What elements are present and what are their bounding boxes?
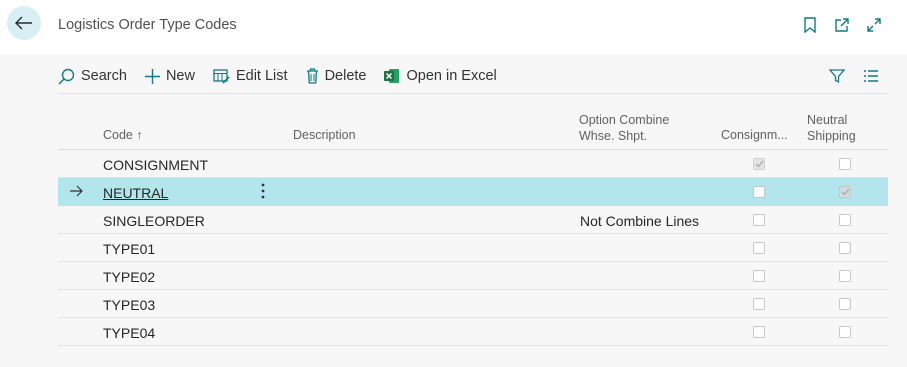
consignment-checkbox xyxy=(753,298,765,310)
more-options-icon[interactable] xyxy=(261,183,265,202)
filter-icon[interactable] xyxy=(828,67,846,85)
open-in-excel-button[interactable]: Open in Excel xyxy=(384,68,497,84)
column-header-neutral-line1: Neutral xyxy=(807,113,848,127)
row-code[interactable]: TYPE01 xyxy=(103,241,155,257)
row-arrow-icon xyxy=(70,184,84,200)
consignment-checkbox xyxy=(753,270,765,282)
row-code[interactable]: SINGLEORDER xyxy=(103,213,205,229)
list-content: Search New Edit List Delete Open in Exce… xyxy=(0,54,907,367)
edit-list-button-label: Edit List xyxy=(235,68,288,84)
consignment-checkbox xyxy=(753,214,765,226)
neutral-shipping-checkbox xyxy=(839,214,851,226)
row-code[interactable]: TYPE04 xyxy=(103,325,155,341)
consignment-checkbox xyxy=(753,186,765,198)
row-option: Not Combine Lines xyxy=(580,213,700,229)
grid-header: Code ↑ Description Option Combine Whse. S… xyxy=(58,108,888,150)
column-header-option-line2: Whse. Shpt. xyxy=(579,129,648,143)
row-code[interactable]: NEUTRAL xyxy=(103,185,168,201)
column-header-option-line1: Option Combine xyxy=(579,113,670,127)
column-header-neutral-shipping[interactable]: Neutral Shipping xyxy=(807,112,856,144)
search-button-label: Search xyxy=(81,68,127,84)
table-row[interactable]: TYPE04 xyxy=(58,318,888,346)
list-view-icon[interactable] xyxy=(862,67,880,85)
toolbar-divider xyxy=(58,93,888,94)
search-button[interactable]: Search xyxy=(58,68,127,85)
neutral-shipping-checkbox xyxy=(839,158,851,170)
back-arrow-icon xyxy=(15,16,32,30)
open-new-window-icon[interactable] xyxy=(833,16,851,34)
neutral-shipping-checkbox xyxy=(839,242,851,254)
table-row-selected[interactable]: NEUTRAL xyxy=(58,178,888,206)
table-row[interactable]: SINGLEORDER Not Combine Lines xyxy=(58,206,888,234)
edit-list-icon xyxy=(213,68,230,84)
table-row[interactable]: TYPE03 xyxy=(58,290,888,318)
excel-icon xyxy=(384,69,400,83)
neutral-shipping-checkbox xyxy=(839,326,851,338)
search-icon xyxy=(58,68,75,85)
column-header-option-combine[interactable]: Option Combine Whse. Shpt. xyxy=(579,112,669,144)
column-header-neutral-line2: Shipping xyxy=(807,129,856,143)
row-code[interactable]: TYPE03 xyxy=(103,297,155,313)
action-bar: Search New Edit List Delete Open in Exce… xyxy=(58,62,890,90)
table-row[interactable]: TYPE02 xyxy=(58,262,888,290)
row-code[interactable]: CONSIGNMENT xyxy=(103,157,208,173)
delete-button[interactable]: Delete xyxy=(306,68,367,84)
consignment-checkbox xyxy=(753,158,765,170)
column-header-description[interactable]: Description xyxy=(293,128,356,142)
expand-icon[interactable] xyxy=(865,16,883,34)
plus-icon xyxy=(144,68,160,84)
header-actions xyxy=(801,16,883,34)
new-button-label: New xyxy=(165,68,195,84)
neutral-shipping-checkbox xyxy=(839,298,851,310)
table-row[interactable]: TYPE01 xyxy=(58,234,888,262)
column-header-consignment[interactable]: Consignm... xyxy=(721,128,788,142)
data-grid: Code ↑ Description Option Combine Whse. S… xyxy=(58,108,888,346)
consignment-checkbox xyxy=(753,326,765,338)
view-actions xyxy=(828,67,880,85)
new-button[interactable]: New xyxy=(144,68,195,84)
page-title: Logistics Order Type Codes xyxy=(58,17,237,33)
table-row[interactable]: CONSIGNMENT xyxy=(58,150,888,178)
row-code[interactable]: TYPE02 xyxy=(103,269,155,285)
page-header: Logistics Order Type Codes xyxy=(0,0,907,54)
back-button[interactable] xyxy=(7,6,41,40)
trash-icon xyxy=(306,68,318,84)
column-header-code[interactable]: Code ↑ xyxy=(103,128,143,142)
neutral-shipping-checkbox xyxy=(839,186,851,198)
bookmark-icon[interactable] xyxy=(801,16,819,34)
neutral-shipping-checkbox xyxy=(839,270,851,282)
open-in-excel-button-label: Open in Excel xyxy=(406,68,497,84)
consignment-checkbox xyxy=(753,242,765,254)
delete-button-label: Delete xyxy=(324,68,367,84)
edit-list-button[interactable]: Edit List xyxy=(213,68,288,84)
